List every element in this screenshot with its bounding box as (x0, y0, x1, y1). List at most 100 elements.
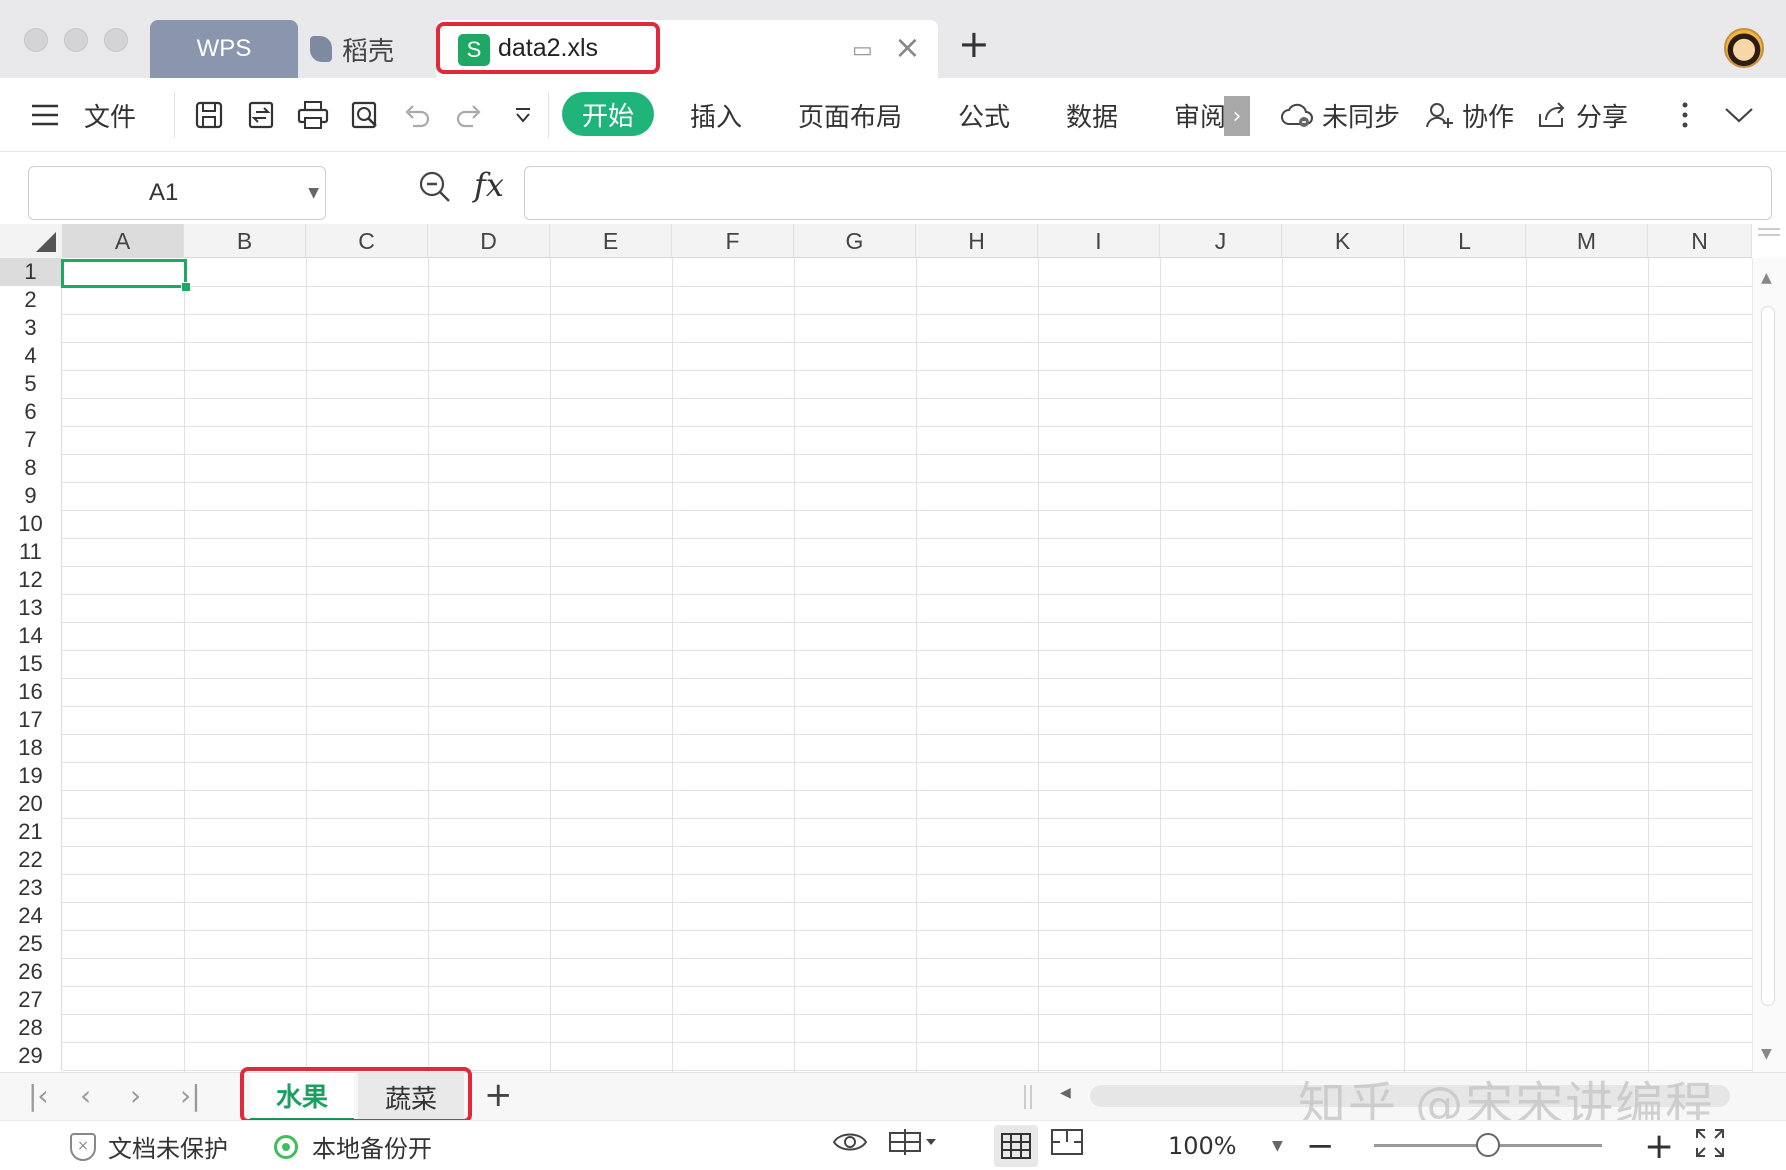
avatar[interactable] (1724, 28, 1764, 68)
close-icon[interactable]: × (894, 28, 921, 66)
zoom-slider-thumb[interactable] (1476, 1133, 1500, 1157)
redo-icon[interactable] (452, 98, 486, 132)
share-button[interactable]: 分享 (1576, 78, 1628, 152)
cloud-sync-icon[interactable] (1280, 98, 1314, 132)
zoom-window-button[interactable] (104, 28, 128, 52)
zoom-in-icon[interactable]: + (1644, 1121, 1674, 1170)
sync-status[interactable]: 未同步 (1322, 78, 1400, 152)
last-sheet-icon[interactable]: ›| (180, 1079, 201, 1112)
row-header[interactable]: 4 (0, 342, 62, 370)
scroll-split-grip[interactable] (1024, 1085, 1032, 1109)
column-header[interactable]: H (916, 224, 1038, 258)
formula-input[interactable] (524, 166, 1772, 220)
export-icon[interactable] (244, 98, 278, 132)
spreadsheet-grid[interactable]: ABCDEFGHIJKLMN 1 2 3 4 5 6 7 8 9 10 11 12 13 14 15 16 17… (0, 224, 1786, 1072)
print-preview-icon[interactable] (348, 98, 382, 132)
tab-wps[interactable]: WPS (150, 20, 298, 78)
row-header[interactable]: 6 (0, 398, 62, 426)
collapse-icon[interactable] (1722, 98, 1756, 132)
save-icon[interactable] (192, 98, 226, 132)
column-header[interactable]: J (1160, 224, 1282, 258)
row-header[interactable]: 14 (0, 622, 62, 650)
zoom-out-icon[interactable]: − (1306, 1121, 1335, 1170)
column-header[interactable]: E (550, 224, 672, 258)
row-header[interactable]: 2 (0, 286, 62, 314)
monitor-icon[interactable]: ▭ (852, 38, 873, 63)
row-header[interactable]: 1 (0, 258, 62, 286)
row-header[interactable]: 19 (0, 762, 62, 790)
column-header[interactable]: C (306, 224, 428, 258)
row-header[interactable]: 11 (0, 538, 62, 566)
hamburger-icon[interactable] (28, 98, 62, 132)
column-header[interactable]: N (1648, 224, 1752, 258)
row-header[interactable]: 10 (0, 510, 62, 538)
row-header[interactable]: 8 (0, 454, 62, 482)
vertical-scrollbar[interactable]: ▲ ▼ (1752, 258, 1786, 1072)
column-header[interactable]: K (1282, 224, 1404, 258)
column-header[interactable]: G (794, 224, 916, 258)
column-header[interactable]: B (184, 224, 306, 258)
print-icon[interactable] (296, 98, 330, 132)
row-header[interactable]: 27 (0, 986, 62, 1014)
column-header[interactable]: F (672, 224, 794, 258)
scroll-up-icon[interactable]: ▲ (1761, 270, 1772, 286)
row-header[interactable]: 21 (0, 818, 62, 846)
tab-data[interactable]: 数据 (1066, 78, 1118, 152)
row-header[interactable]: 29 (0, 1042, 62, 1070)
normal-view-icon[interactable] (994, 1125, 1038, 1167)
protect-status[interactable]: 文档未保护 (108, 1121, 228, 1170)
selected-cell[interactable] (61, 259, 187, 288)
row-header[interactable]: 7 (0, 426, 62, 454)
row-header[interactable]: 23 (0, 874, 62, 902)
add-sheet-button[interactable]: + (484, 1075, 513, 1115)
row-header[interactable]: 5 (0, 370, 62, 398)
close-window-button[interactable] (24, 28, 48, 52)
more-icon[interactable] (1668, 98, 1702, 132)
row-header[interactable]: 16 (0, 678, 62, 706)
fullscreen-icon[interactable] (1694, 1127, 1726, 1167)
tab-page-layout[interactable]: 页面布局 (798, 78, 902, 152)
new-tab-button[interactable]: + (958, 22, 990, 66)
fill-handle[interactable] (181, 282, 191, 292)
name-box[interactable]: A1 ▼ (28, 166, 326, 220)
eye-icon[interactable] (832, 1127, 868, 1165)
vertical-scroll-thumb[interactable] (1761, 306, 1775, 1006)
row-header[interactable]: 13 (0, 594, 62, 622)
tab-insert[interactable]: 插入 (690, 78, 742, 152)
column-header[interactable]: I (1038, 224, 1160, 258)
scroll-down-icon[interactable]: ▼ (1761, 1046, 1772, 1062)
page-view-icon[interactable] (1050, 1127, 1084, 1165)
row-header[interactable]: 26 (0, 958, 62, 986)
scroll-left-icon[interactable]: ◀ (1060, 1085, 1071, 1101)
first-sheet-icon[interactable]: |‹ (28, 1079, 49, 1112)
row-header[interactable]: 25 (0, 930, 62, 958)
zoom-level[interactable]: 100% (1168, 1121, 1237, 1170)
row-header[interactable]: 20 (0, 790, 62, 818)
row-header[interactable]: 9 (0, 482, 62, 510)
row-header[interactable]: 28 (0, 1014, 62, 1042)
backup-status[interactable]: 本地备份开 (312, 1121, 432, 1170)
column-header[interactable]: L (1404, 224, 1526, 258)
select-all-corner[interactable] (0, 224, 62, 258)
row-header[interactable]: 3 (0, 314, 62, 342)
zoom-search-icon[interactable] (418, 170, 452, 212)
file-menu[interactable]: 文件 (84, 78, 136, 152)
column-header[interactable]: M (1526, 224, 1648, 258)
chevron-down-icon[interactable]: ▼ (1272, 1121, 1283, 1170)
ribbon-scroll-right-button[interactable]: › (1224, 96, 1250, 136)
row-header[interactable]: 24 (0, 902, 62, 930)
undo-icon[interactable] (400, 98, 434, 132)
column-header[interactable]: A (62, 224, 184, 258)
customize-icon[interactable] (506, 98, 540, 132)
chevron-down-icon[interactable]: ▼ (308, 185, 319, 201)
collab-button[interactable]: 协作 (1462, 78, 1514, 152)
row-header[interactable]: 17 (0, 706, 62, 734)
share-icon[interactable] (1534, 98, 1568, 132)
next-sheet-icon[interactable]: › (130, 1079, 141, 1112)
split-handle[interactable] (1758, 228, 1780, 236)
freeze-icon[interactable] (888, 1127, 938, 1165)
column-header[interactable]: D (428, 224, 550, 258)
tab-formula[interactable]: 公式 (958, 78, 1010, 152)
row-header[interactable]: 22 (0, 846, 62, 874)
tab-review[interactable]: 审阅 (1174, 78, 1226, 152)
